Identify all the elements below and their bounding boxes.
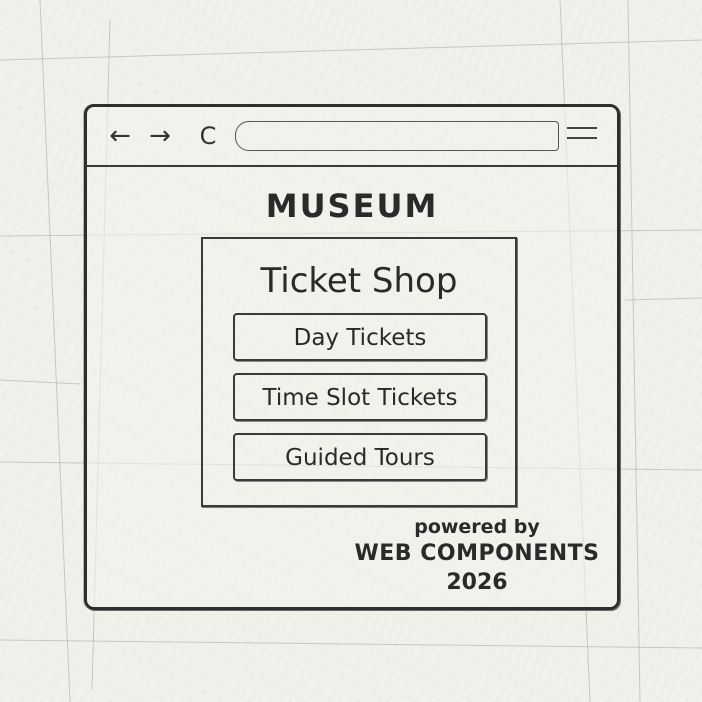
guided-tours-button[interactable]: Guided Tours (233, 433, 487, 481)
ticket-shop-panel: Ticket Shop Day Tickets Time Slot Ticket… (201, 237, 517, 507)
site-title: MUSEUM (265, 187, 439, 225)
day-tickets-button[interactable]: Day Tickets (233, 313, 487, 361)
menu-line (567, 127, 597, 129)
address-bar[interactable] (235, 121, 559, 151)
hamburger-menu-icon[interactable] (567, 127, 597, 147)
powered-by-footer: powered by WEB COMPONENTS 2026 (347, 515, 607, 597)
browser-window: ← → C MUSEUM Ticket Shop Day Tickets Tim… (84, 104, 620, 610)
menu-line (567, 137, 597, 139)
ticket-shop-title: Ticket Shop (260, 261, 458, 301)
reload-icon[interactable]: C (195, 123, 221, 149)
powered-by-label: powered by (414, 516, 540, 538)
footer-year: 2026 (446, 570, 508, 595)
browser-toolbar: ← → C (87, 107, 617, 167)
sketch-paper-background: ← → C MUSEUM Ticket Shop Day Tickets Tim… (0, 0, 702, 702)
web-components-label: WEB COMPONENTS (354, 541, 600, 566)
time-slot-tickets-button[interactable]: Time Slot Tickets (233, 373, 487, 421)
back-arrow-icon[interactable]: ← (107, 123, 133, 149)
forward-arrow-icon[interactable]: → (147, 123, 173, 149)
